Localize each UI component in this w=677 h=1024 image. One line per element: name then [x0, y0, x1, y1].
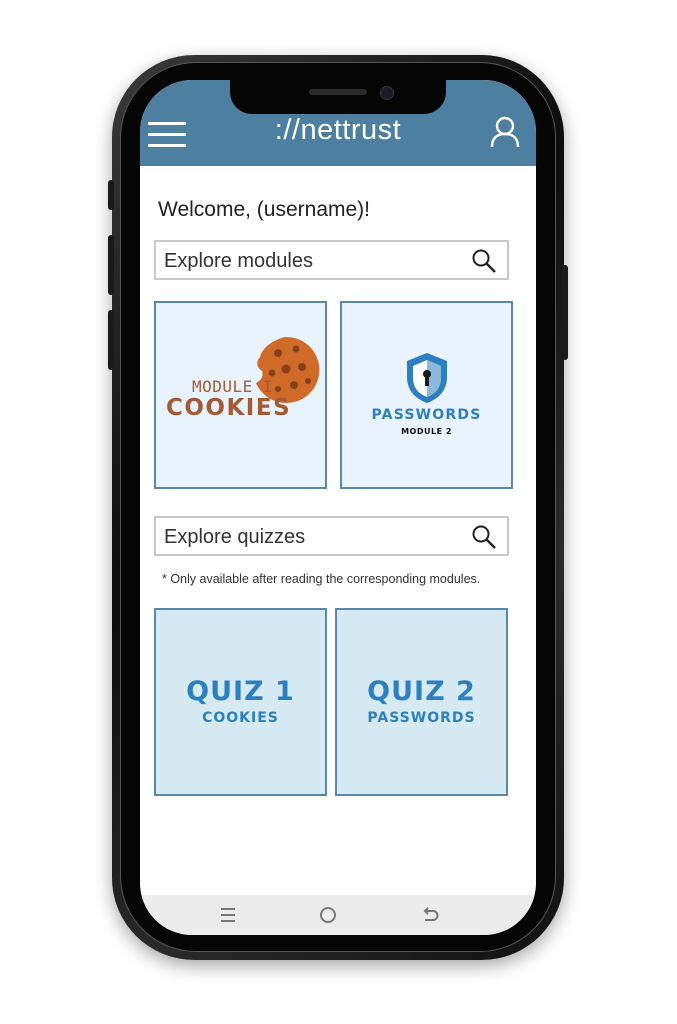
quiz-1-card[interactable]: QUIZ 1 COOKIES [154, 608, 327, 796]
modules-search-input[interactable]: Explore modules [154, 240, 509, 280]
phone-volume-up [108, 235, 114, 295]
module-2-title: PASSWORDS [371, 407, 482, 423]
quiz-2-subtitle: PASSWORDS [367, 710, 476, 726]
module-1-title: MODULE I [192, 377, 274, 396]
module-2-name: MODULE 2 [401, 427, 452, 436]
recent-apps-icon[interactable] [216, 903, 240, 927]
search-icon[interactable] [471, 524, 497, 550]
quiz-1-subtitle: COOKIES [202, 710, 279, 726]
user-profile-icon[interactable] [490, 116, 520, 148]
phone-volume-down [108, 310, 114, 370]
shield-keyhole-icon [407, 353, 447, 403]
module-2-passwords-card[interactable]: PASSWORDS MODULE 2 [340, 301, 513, 489]
search-icon[interactable] [471, 248, 497, 274]
quiz-1-title: QUIZ 1 [186, 676, 295, 707]
system-navigation-bar [140, 895, 536, 935]
phone-power-button [562, 265, 568, 360]
quiz-2-card[interactable]: QUIZ 2 PASSWORDS [335, 608, 508, 796]
module-1-cookies-card[interactable]: MODULE I COOKIES [154, 301, 327, 489]
quiz-2-title: QUIZ 2 [367, 676, 476, 707]
module-1-name: COOKIES [166, 395, 292, 421]
back-icon[interactable] [418, 903, 442, 927]
phone-side-button [108, 180, 114, 210]
quiz-availability-note: * Only available after reading the corre… [162, 572, 481, 586]
front-camera-icon [380, 86, 394, 100]
phone-notch [230, 80, 446, 114]
welcome-message: Welcome, (username)! [158, 198, 371, 221]
earpiece-speaker [309, 89, 367, 95]
home-icon[interactable] [316, 903, 340, 927]
quizzes-search-placeholder: Explore quizzes [164, 526, 306, 548]
quizzes-search-input[interactable]: Explore quizzes [154, 516, 509, 556]
brand-logo: ://nettrust [274, 114, 402, 146]
modules-search-placeholder: Explore modules [164, 250, 313, 272]
phone-screen: ://nettrust Welcome, (username)! Explore… [140, 80, 536, 935]
